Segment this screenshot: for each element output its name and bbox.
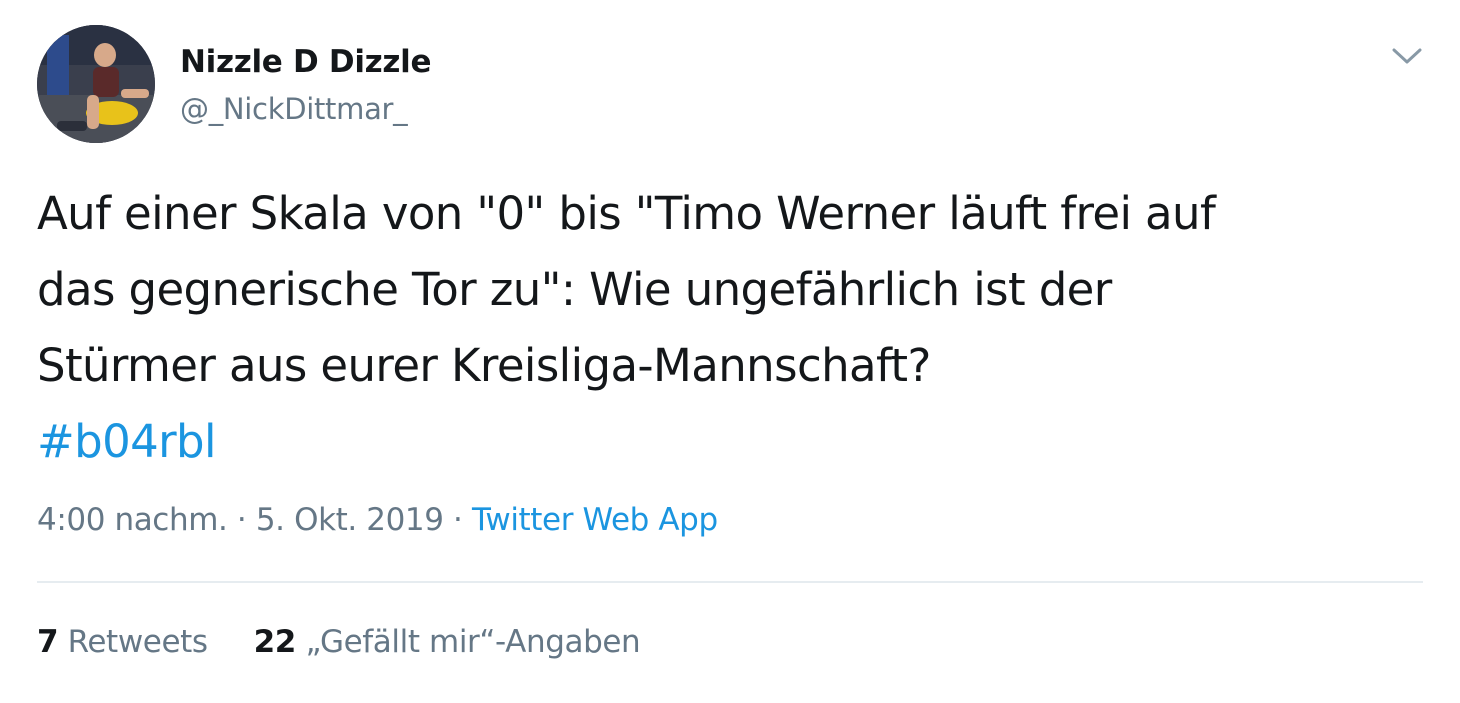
likes-stat[interactable]: 22 „Gefällt mir“-Angaben <box>254 624 641 660</box>
tweet-time[interactable]: 4:00 nachm. <box>37 502 228 538</box>
tweet-text-line: Auf einer Skala von "0" bis "Timo Werner… <box>37 187 1216 240</box>
likes-count: 22 <box>253 624 297 660</box>
avatar-photo <box>37 25 155 143</box>
tweet-stats: 7 Retweets 22 „Gefällt mir“-Angaben <box>37 624 641 660</box>
tweet-source-link[interactable]: Twitter Web App <box>472 502 718 538</box>
divider <box>37 581 1423 583</box>
avatar[interactable] <box>37 25 155 143</box>
tweet-metadata: 4:00 nachm. · 5. Okt. 2019 · Twitter Web… <box>37 502 718 538</box>
tweet-text-line: das gegnerische Tor zu": Wie ungefährlic… <box>37 263 1112 316</box>
retweets-label: Retweets <box>67 624 208 660</box>
author-handle[interactable]: @_NickDittmar_ <box>180 92 408 126</box>
tweet-menu-button[interactable] <box>1390 44 1424 68</box>
tweet-card: Nizzle D Dizzle @_NickDittmar_ Auf einer… <box>0 0 1460 703</box>
tweet-date[interactable]: 5. Okt. 2019 <box>256 502 444 538</box>
retweets-stat[interactable]: 7 Retweets <box>37 624 208 660</box>
meta-separator: · <box>227 502 256 538</box>
author-display-name[interactable]: Nizzle D Dizzle <box>180 44 432 80</box>
chevron-down-icon <box>1392 48 1422 64</box>
likes-label: „Gefällt mir“-Angaben <box>305 624 641 660</box>
hashtag-link[interactable]: #b04rbl <box>37 404 1427 480</box>
tweet-text-line: Stürmer aus eurer Kreisliga-Mannschaft? <box>37 339 931 392</box>
retweets-count: 7 <box>37 624 59 660</box>
tweet-text: Auf einer Skala von "0" bis "Timo Werner… <box>37 176 1427 480</box>
meta-separator: · <box>443 502 472 538</box>
